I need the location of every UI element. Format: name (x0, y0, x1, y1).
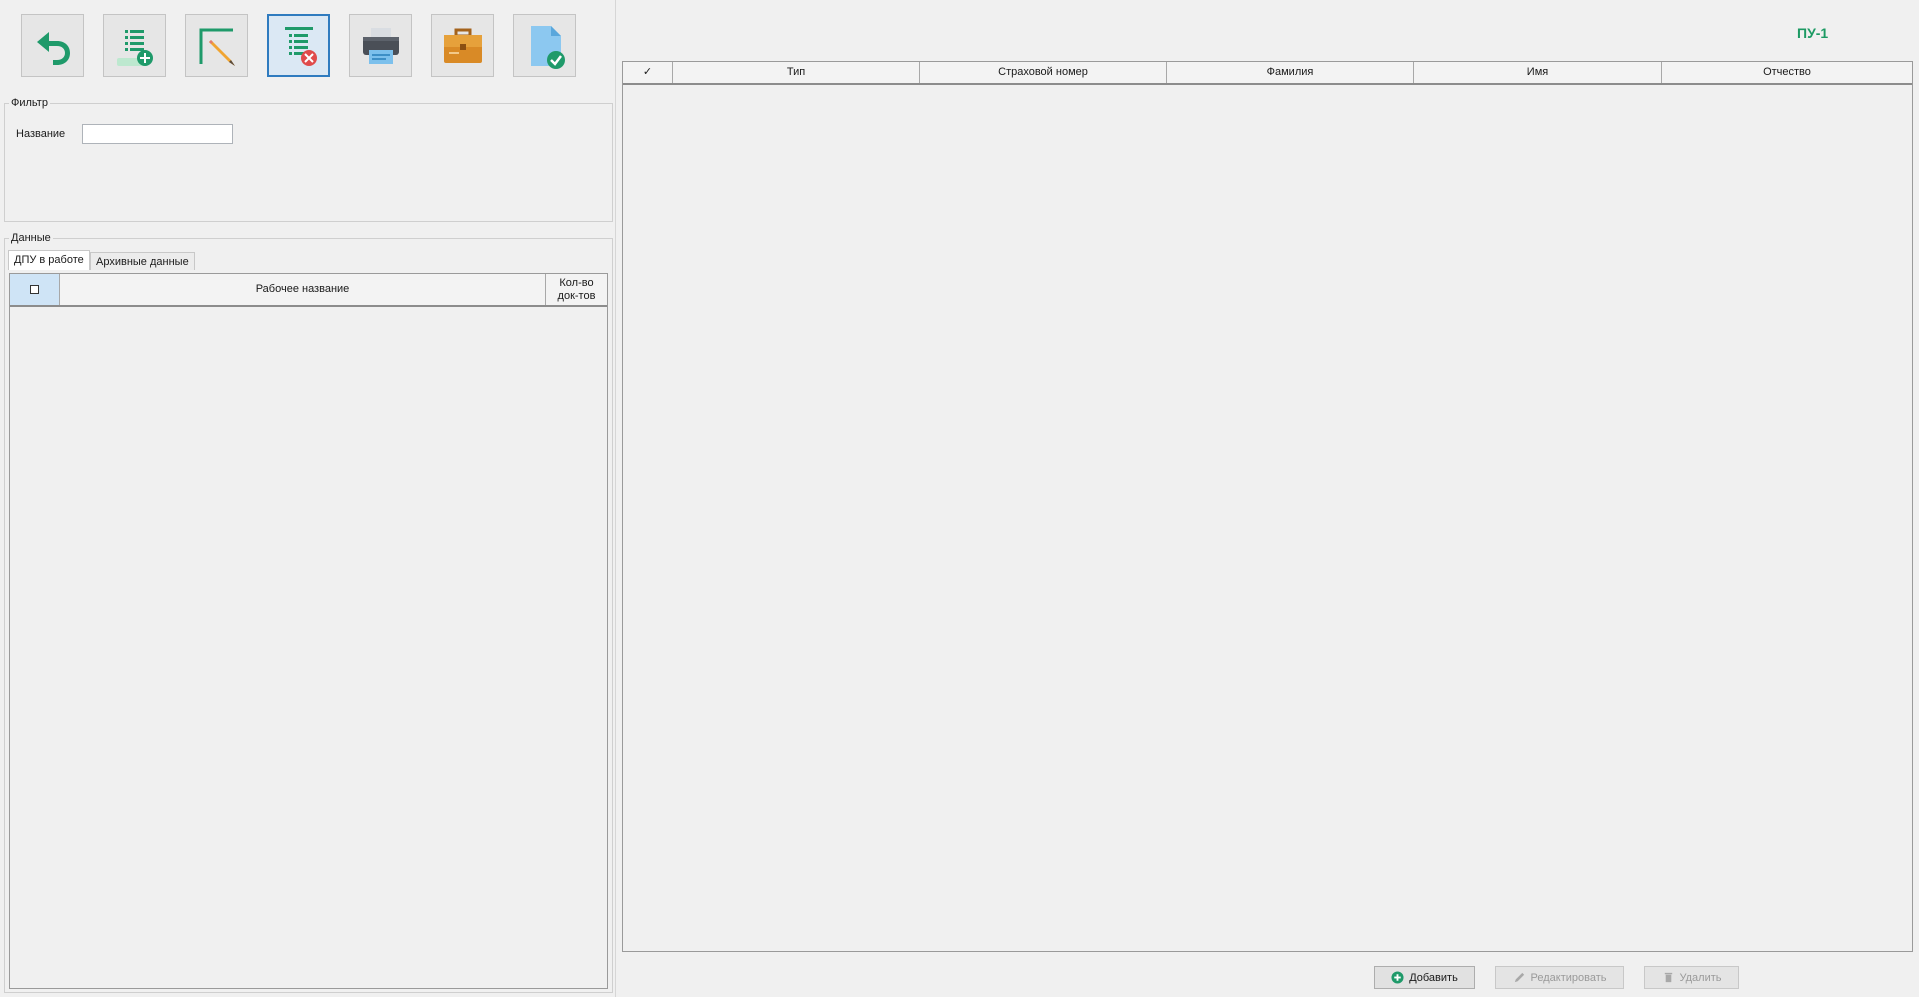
column-insurance-number[interactable]: Страховой номер (920, 62, 1167, 83)
column-working-name[interactable]: Рабочее название (60, 274, 546, 305)
form-title: ПУ-1 (1797, 25, 1829, 41)
name-filter-label: Название (16, 128, 66, 140)
trash-icon (1664, 972, 1672, 983)
document-check-icon (530, 25, 565, 69)
column-type[interactable]: Тип (673, 62, 920, 83)
plus-circle-icon (1391, 971, 1404, 984)
edit-row-button-label: Редактировать (1530, 971, 1607, 984)
column-patronymic[interactable]: Отчество (1662, 62, 1912, 83)
pencil-icon (1514, 972, 1524, 983)
select-all-checkbox-cell[interactable] (10, 274, 60, 305)
column-check[interactable]: ✓ (623, 62, 673, 83)
delete-row-button[interactable]: Удалить (1644, 966, 1739, 989)
check-document-button[interactable] (513, 14, 576, 77)
archive-button[interactable] (431, 14, 494, 77)
add-button[interactable]: Добавить (1374, 966, 1475, 989)
filter-group-title: Фильтр (9, 96, 50, 110)
delete-row-button-label: Удалить (1679, 971, 1722, 984)
data-group-title: Данные (9, 231, 53, 245)
right-panel: ПУ-1 ✓ Тип Страховой номер Фамилия Имя О… (616, 0, 1919, 997)
tab-dpu-in-work[interactable]: ДПУ в работе (8, 250, 90, 270)
edit-row-button[interactable]: Редактировать (1495, 966, 1624, 989)
list-delete-icon (284, 26, 317, 66)
column-doc-count[interactable]: Кол-во док-тов (546, 274, 607, 305)
name-filter-input[interactable] (82, 124, 233, 144)
dpu-table[interactable]: Рабочее название Кол-во док-тов (9, 273, 608, 989)
add-button-label: Добавить (1409, 971, 1458, 984)
data-group: Данные ДПУ в работе Архивные данные Рабо… (4, 231, 613, 993)
select-all-checkbox[interactable] (30, 285, 39, 294)
back-button[interactable] (21, 14, 84, 77)
briefcase-icon (443, 28, 482, 63)
add-document-button[interactable] (103, 14, 166, 77)
insured-persons-table[interactable]: ✓ Тип Страховой номер Фамилия Имя Отчест… (622, 61, 1913, 952)
list-add-icon (116, 29, 153, 66)
column-surname[interactable]: Фамилия (1167, 62, 1414, 83)
insured-persons-table-header: ✓ Тип Страховой номер Фамилия Имя Отчест… (623, 62, 1912, 85)
pencil-icon (199, 28, 235, 66)
edit-button[interactable] (185, 14, 248, 77)
column-first-name[interactable]: Имя (1414, 62, 1662, 83)
print-button[interactable] (349, 14, 412, 77)
dpu-table-header: Рабочее название Кол-во док-тов (10, 274, 607, 307)
tab-archive-data[interactable]: Архивные данные (90, 252, 195, 270)
undo-arrow-icon (36, 31, 70, 65)
filter-group: Фильтр Название (4, 96, 613, 222)
left-panel: Фильтр Название Данные ДПУ в работе Архи… (0, 0, 616, 997)
printer-icon (362, 27, 399, 64)
delete-document-button[interactable] (267, 14, 330, 77)
